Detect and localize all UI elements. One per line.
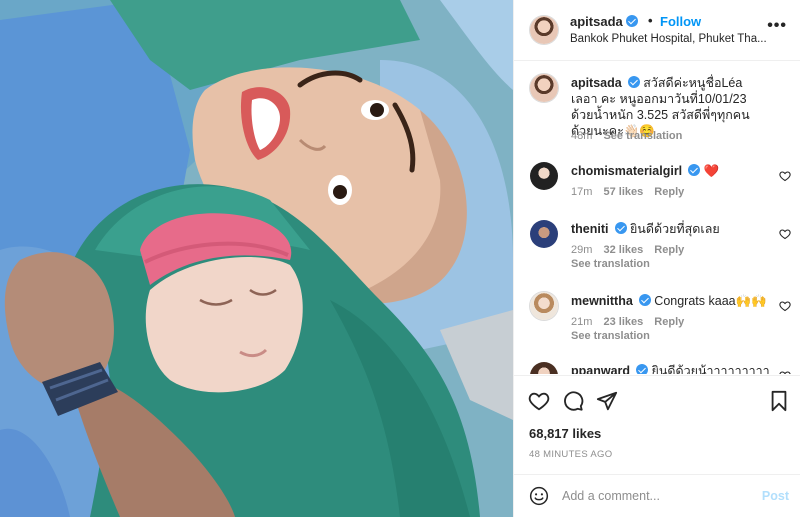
like-comment-heart-icon[interactable] (779, 170, 791, 182)
location-link[interactable]: Bankok Phuket Hospital, Phuket Tha... (570, 33, 770, 45)
bookmark-icon[interactable] (768, 390, 790, 412)
comment-text: ยินดีด้วยที่สุดเลย (629, 222, 720, 236)
heart-icon[interactable] (528, 390, 550, 412)
comment-time[interactable]: 21m (571, 316, 592, 328)
post-button[interactable]: Post (762, 489, 789, 503)
emoji-icon[interactable] (529, 486, 549, 506)
like-comment-heart-icon[interactable] (779, 300, 791, 312)
comment-meta: 17m 57 likes Reply (571, 186, 692, 198)
caption-time[interactable]: 48m (571, 130, 592, 142)
separator-dot: • (648, 13, 653, 28)
reply-button[interactable]: Reply (654, 316, 684, 328)
share-icon[interactable] (596, 390, 618, 412)
verified-badge-icon (638, 294, 651, 306)
likes-count[interactable]: 68,817 likes (529, 426, 601, 441)
add-comment-bar: Post (514, 474, 800, 517)
verified-badge-icon (688, 164, 701, 176)
comment-meta: 29m 32 likes Reply (571, 244, 692, 256)
like-comment-heart-icon[interactable] (779, 370, 791, 374)
comment-username[interactable]: theniti (571, 222, 609, 236)
comment-likes[interactable]: 23 likes (603, 316, 643, 328)
post-side-panel: apitsada • Follow Bankok Phuket Hospital… (513, 0, 800, 517)
comment-text-block: chomismaterialgirl ❤️ (571, 163, 771, 179)
comment-likes[interactable]: 57 likes (603, 186, 643, 198)
post-actions: 68,817 likes 48 MINUTES AGO (514, 375, 800, 480)
comment-icon[interactable] (562, 390, 584, 412)
comment-username[interactable]: chomismaterialgirl (571, 164, 682, 178)
verified-badge-icon (627, 76, 640, 88)
comment-text: Congrats kaaa🙌🙌 (654, 294, 767, 308)
verified-badge-icon (625, 15, 638, 27)
avatar[interactable] (530, 292, 558, 320)
see-translation-link[interactable]: See translation (571, 258, 650, 270)
newborn-photo-illustration (0, 0, 513, 517)
verified-badge-icon (614, 222, 627, 234)
reply-button[interactable]: Reply (654, 244, 684, 256)
post-time-ago[interactable]: 48 MINUTES AGO (529, 449, 612, 460)
caption-username[interactable]: apitsada (571, 76, 622, 90)
instagram-post-modal: apitsada • Follow Bankok Phuket Hospital… (0, 0, 800, 517)
avatar[interactable] (530, 16, 558, 44)
comment-text-block: mewnittha Congrats kaaa🙌🙌 (571, 293, 771, 309)
follow-button[interactable]: Follow (660, 14, 701, 29)
comment-text-block: theniti ยินดีด้วยที่สุดเลย (571, 221, 771, 237)
verified-badge-icon (636, 364, 649, 374)
comment-input[interactable] (562, 487, 747, 505)
like-comment-heart-icon[interactable] (779, 228, 791, 240)
avatar[interactable] (530, 74, 558, 102)
comment-time[interactable]: 17m (571, 186, 592, 198)
comment-likes[interactable]: 32 likes (603, 244, 643, 256)
comment-text: ❤️ (703, 164, 720, 178)
caption-meta: 48m See translation (571, 130, 690, 142)
avatar[interactable] (530, 162, 558, 190)
avatar[interactable] (530, 362, 558, 374)
comments-list[interactable]: apitsada สวัสดีค่ะหนูชื่อLéa เลอา คะ หนู… (514, 62, 800, 374)
avatar[interactable] (530, 220, 558, 248)
comment-meta: 21m 23 likes Reply (571, 316, 692, 328)
reply-button[interactable]: Reply (654, 186, 684, 198)
comment-time[interactable]: 29m (571, 244, 592, 256)
post-header: apitsada • Follow Bankok Phuket Hospital… (514, 0, 800, 61)
see-translation-link[interactable]: See translation (603, 130, 682, 142)
post-photo[interactable] (0, 0, 513, 517)
comment-username[interactable]: ppanward (571, 364, 630, 374)
comment-username[interactable]: mewnittha (571, 294, 633, 308)
author-username[interactable]: apitsada (570, 14, 638, 29)
see-translation-link[interactable]: See translation (571, 330, 650, 342)
more-options-icon[interactable]: ••• (767, 17, 787, 35)
comment-text-block: ppanward ยินดีด้วยน้าาาาาาาาา ❤️ (571, 363, 771, 374)
author-username-text[interactable]: apitsada (570, 14, 623, 29)
